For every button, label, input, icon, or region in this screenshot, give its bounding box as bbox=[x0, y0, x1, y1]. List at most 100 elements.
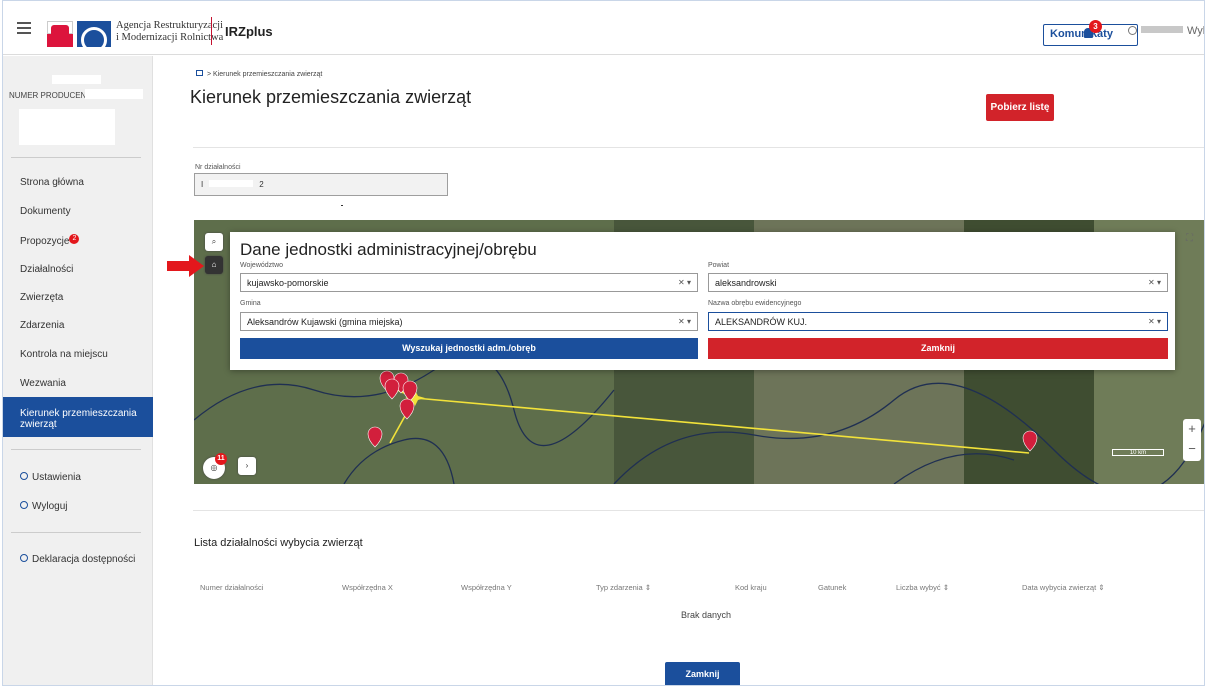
sidebar-item-label: Wezwania bbox=[20, 378, 66, 389]
search-admin-unit-button[interactable]: Wyszukaj jednostki adm./obręb bbox=[240, 338, 698, 359]
zoom-out-button[interactable]: − bbox=[1183, 439, 1201, 459]
column-header-data[interactable]: Data wybycia zwierząt ⇕ bbox=[1022, 583, 1105, 592]
sidebar-item-label: Strona główna bbox=[20, 177, 84, 188]
sidebar-item-kierunek[interactable]: Kierunek przemieszczania zwierząt bbox=[3, 397, 153, 437]
sidebar-item-dokumenty[interactable]: Dokumenty bbox=[3, 206, 153, 217]
wojewodztwo-select[interactable]: kujawsko-pomorskie ✕ ▾ bbox=[240, 273, 698, 292]
column-header-numer[interactable]: Numer działalności bbox=[200, 583, 263, 592]
redacted-address bbox=[19, 109, 115, 145]
nr-dzialalnosci-label: Nr działalności bbox=[195, 164, 241, 171]
list-title: Lista działalności wybycia zwierząt bbox=[194, 537, 363, 549]
sort-icon[interactable]: ⇕ bbox=[943, 583, 949, 592]
admin-search-tool-icon[interactable]: ⌂ bbox=[205, 256, 223, 274]
map-pin-icon[interactable] bbox=[367, 426, 383, 448]
nr-dzialalnosci-value: 2 bbox=[259, 180, 264, 189]
sidebar-item-label: Deklaracja dostępności bbox=[32, 554, 136, 565]
fullscreen-icon[interactable]: ⛶ bbox=[1186, 233, 1193, 244]
map-pin-icon[interactable] bbox=[1022, 430, 1038, 452]
sidebar-item-deklaracja[interactable]: Deklaracja dostępności bbox=[3, 554, 153, 565]
page-title: Kierunek przemieszczania zwierząt bbox=[190, 87, 472, 107]
nr-prefix: I bbox=[201, 180, 204, 189]
divider-dot bbox=[341, 205, 343, 206]
sidebar-item-ustawienia[interactable]: Ustawienia bbox=[3, 472, 153, 483]
sort-icon[interactable]: ⇕ bbox=[645, 583, 651, 592]
sidebar-item-label: Kierunek przemieszczania zwierząt bbox=[20, 408, 137, 430]
sidebar-divider bbox=[11, 532, 141, 533]
sidebar-item-kontrola[interactable]: Kontrola na miejscu bbox=[3, 349, 153, 360]
user-menu[interactable]: Wylog bbox=[1128, 25, 1204, 37]
accessibility-icon bbox=[20, 554, 28, 562]
sidebar-item-wyloguj[interactable]: Wyloguj bbox=[3, 501, 153, 512]
zoom-in-button[interactable]: + bbox=[1183, 419, 1201, 439]
obreb-label: Nazwa obrębu ewidencyjnego bbox=[708, 300, 802, 307]
divider bbox=[193, 510, 1204, 511]
sidebar-divider bbox=[11, 157, 141, 158]
agency-name: Agencja Restrukturyzacji i Modernizacji … bbox=[116, 20, 223, 44]
sidebar-item-label: Propozycje bbox=[20, 236, 70, 247]
layers-count-badge: 11 bbox=[215, 453, 227, 465]
breadcrumb: > Kierunek przemieszczania zwierząt bbox=[196, 70, 322, 78]
breadcrumb-separator: > bbox=[207, 71, 212, 78]
obreb-select[interactable]: ALEKSANDRÓW KUJ. ✕ ▾ bbox=[708, 312, 1168, 331]
propozycje-count-badge: 2 bbox=[69, 234, 80, 244]
user-icon bbox=[1128, 26, 1137, 35]
chevron-right-icon[interactable]: › bbox=[238, 457, 256, 475]
pobierz-liste-button[interactable]: Pobierz listę bbox=[986, 94, 1054, 121]
clear-and-chevron-icon[interactable]: ✕ ▾ bbox=[678, 317, 691, 326]
search-icon[interactable]: ⌕ bbox=[205, 233, 223, 251]
top-bar: Agencja Restrukturyzacji i Modernizacji … bbox=[3, 1, 1204, 55]
powiat-value: aleksandrowski bbox=[715, 278, 777, 288]
komunikaty-count-badge: 3 bbox=[1089, 20, 1102, 33]
divider bbox=[193, 147, 1204, 148]
sidebar-item-label: Działalności bbox=[20, 264, 74, 275]
sidebar-item-zdarzenia[interactable]: Zdarzenia bbox=[3, 320, 153, 331]
powiat-select[interactable]: aleksandrowski ✕ ▾ bbox=[708, 273, 1168, 292]
sort-icon[interactable]: ⇕ bbox=[1098, 583, 1104, 592]
clear-and-chevron-icon[interactable]: ✕ ▾ bbox=[678, 278, 691, 287]
gmina-select[interactable]: Aleksandrów Kujawski (gmina miejska) ✕ ▾ bbox=[240, 312, 698, 331]
wojewodztwo-label: Województwo bbox=[240, 262, 284, 269]
komunikaty-label: Komunikaty bbox=[1050, 28, 1113, 40]
clear-and-chevron-icon[interactable]: ✕ ▾ bbox=[1148, 278, 1161, 287]
admin-boundary bbox=[893, 453, 1015, 484]
sidebar-item-label: Zdarzenia bbox=[20, 320, 65, 331]
column-header-liczba[interactable]: Liczba wybyć ⇕ bbox=[896, 583, 949, 592]
gmina-value: Aleksandrów Kujawski (gmina miejska) bbox=[247, 317, 403, 327]
sidebar-item-strona-glowna[interactable]: Strona główna bbox=[3, 177, 153, 188]
column-header-label: Liczba wybyć bbox=[896, 583, 941, 592]
sidebar: NUMER PRODUCENTA: Strona główna Dokument… bbox=[3, 56, 153, 685]
menu-icon[interactable] bbox=[17, 22, 31, 37]
clear-and-chevron-icon[interactable]: ✕ ▾ bbox=[1148, 317, 1161, 326]
agency-name-line2: i Modernizacji Rolnictwa bbox=[116, 32, 224, 43]
home-icon[interactable] bbox=[196, 70, 203, 76]
bottom-close-button[interactable]: Zamknij bbox=[665, 662, 740, 685]
sidebar-item-dzialalnosci[interactable]: Działalności bbox=[3, 264, 153, 275]
column-header-kod-kraju[interactable]: Kod kraju bbox=[735, 583, 767, 592]
sidebar-item-zwierzeta[interactable]: Zwierzęta bbox=[3, 292, 153, 303]
column-header-wsp-y[interactable]: Współrzędna Y bbox=[461, 583, 512, 592]
close-panel-button[interactable]: Zamknij bbox=[708, 338, 1168, 359]
powiat-label: Powiat bbox=[708, 262, 730, 269]
sidebar-item-propozycje[interactable]: Propozycje 2 bbox=[3, 234, 153, 247]
column-header-label: Typ zdarzenia bbox=[596, 583, 643, 592]
column-header-wsp-x[interactable]: Współrzędna X bbox=[342, 583, 393, 592]
redacted-name bbox=[52, 75, 101, 84]
gmina-label: Gmina bbox=[240, 300, 261, 307]
route-line bbox=[414, 397, 1030, 454]
column-header-gatunek[interactable]: Gatunek bbox=[818, 583, 846, 592]
sidebar-item-label: Wyloguj bbox=[32, 501, 68, 512]
column-header-typ[interactable]: Typ zdarzenia ⇕ bbox=[596, 583, 651, 592]
header-divider bbox=[211, 17, 212, 45]
admin-boundary bbox=[343, 437, 455, 484]
scale-bar: 10 km bbox=[1112, 449, 1164, 456]
wojewodztwo-value: kujawsko-pomorskie bbox=[247, 278, 329, 288]
map-pin-icon[interactable] bbox=[384, 378, 400, 400]
sidebar-item-wezwania[interactable]: Wezwania bbox=[3, 378, 153, 389]
nr-dzialalnosci-field[interactable]: I2 bbox=[194, 173, 448, 196]
red-arrow-icon bbox=[167, 255, 204, 277]
arimr-logo bbox=[77, 21, 111, 47]
map-pin-icon[interactable] bbox=[399, 398, 415, 420]
zoom-control[interactable]: + − bbox=[1183, 419, 1201, 461]
redacted-nr bbox=[209, 180, 254, 187]
redacted-producer-number bbox=[85, 89, 143, 99]
